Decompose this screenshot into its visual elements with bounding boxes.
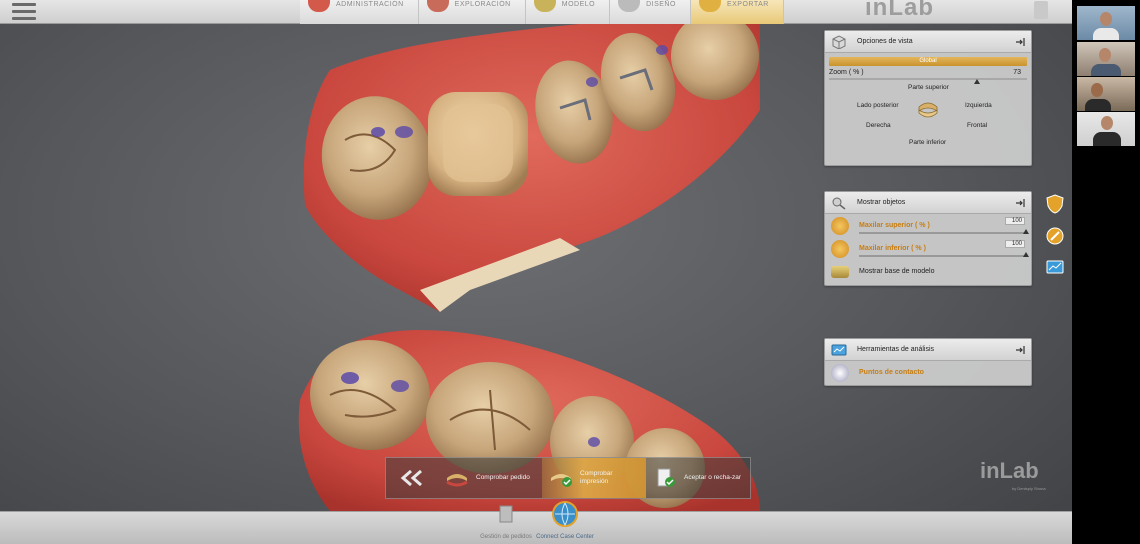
zoom-label: Zoom ( % ) <box>829 69 864 76</box>
view-direction-grid: Parte superior Lado posterior Izquierda … <box>825 84 1031 164</box>
pin-icon[interactable] <box>1015 198 1025 208</box>
lower-jaw-label: Maxilar inferior ( % ) <box>859 245 926 252</box>
workflow-bar: Comprobar pedido Comprobar impresión Ace… <box>385 457 751 499</box>
connect-case-center-button[interactable]: Connect Case Center <box>532 500 598 540</box>
export-icon <box>698 0 721 12</box>
phase-scan[interactable]: EXPLORACIÓN <box>418 0 526 24</box>
help-icon[interactable] <box>1034 1 1048 19</box>
accept-reject-icon <box>657 468 675 487</box>
panel-header[interactable]: Herramientas de análisis <box>825 339 1031 361</box>
dentsply-sirona-logo: by Dentsply Sirona <box>1012 486 1046 491</box>
workflow-step-accept-reject[interactable]: Aceptar o recha-zar <box>646 458 750 498</box>
workflow-step-check-order[interactable]: Comprobar pedido <box>438 458 542 498</box>
workflow-step-label: Comprobar impresión <box>580 470 613 485</box>
participant-video[interactable] <box>1077 77 1135 111</box>
phase-bar: ADMINISTRACIÓN EXPLORACIÓN MODELO DISEÑO… <box>300 0 784 24</box>
upper-jaw-slider[interactable] <box>859 229 1029 234</box>
model-base-label: Mostrar base de modelo <box>859 268 935 275</box>
administration-icon <box>308 0 330 12</box>
analysis-icon <box>831 344 847 355</box>
phase-model[interactable]: MODELO <box>525 0 611 24</box>
connect-globe-icon <box>552 501 578 527</box>
view-options-panel: Opciones de vista Global Zoom ( % ) 73 P… <box>824 30 1032 166</box>
pin-icon[interactable] <box>1015 37 1025 47</box>
zoom-row: Zoom ( % ) 73 <box>825 66 1031 76</box>
pin-icon[interactable] <box>1015 345 1025 355</box>
phase-label: EXPLORACIÓN <box>454 1 511 8</box>
view-front-button[interactable]: Frontal <box>967 122 987 129</box>
view-left-button[interactable]: Izquierda <box>965 102 992 109</box>
phase-administration[interactable]: ADMINISTRACIÓN <box>300 0 419 24</box>
cube-icon <box>832 34 846 49</box>
zoom-value: 73 <box>1013 69 1021 76</box>
upper-jaw-icon[interactable] <box>831 216 849 235</box>
clipboard-icon <box>499 505 513 523</box>
dental-model-render[interactable] <box>0 24 800 511</box>
monitor-icon[interactable] <box>1045 258 1065 278</box>
upper-jaw-label: Maxilar superior ( % ) <box>859 222 930 229</box>
design-icon <box>618 0 641 12</box>
participant-video[interactable] <box>1077 6 1135 40</box>
phase-design[interactable]: DISEÑO <box>610 0 691 24</box>
contact-points-icon[interactable] <box>831 363 849 382</box>
show-objects-panel: Mostrar objetos Maxilar superior ( % ) 1… <box>824 191 1032 286</box>
panel-title: Herramientas de análisis <box>857 346 935 353</box>
contact-points-row[interactable]: Puntos de contacto <box>825 361 1031 384</box>
phase-export[interactable]: EXPORTAR <box>690 0 784 24</box>
objects-icon <box>832 197 846 210</box>
shield-icon[interactable] <box>1045 194 1065 214</box>
contact-points-label: Puntos de contacto <box>859 369 924 376</box>
footer-label: Gestión de pedidos <box>480 534 532 540</box>
workflow-step-label: Aceptar o recha-zar <box>684 474 742 481</box>
lower-jaw-icon[interactable] <box>831 239 849 258</box>
phase-label: ADMINISTRACIÓN <box>336 1 404 8</box>
phase-label: EXPORTAR <box>726 1 769 8</box>
upper-jaw-row[interactable]: Maxilar superior ( % ) 100 <box>825 214 1031 237</box>
panel-header[interactable]: Opciones de vista <box>825 31 1031 53</box>
upper-jaw <box>303 24 760 312</box>
scan-icon <box>426 0 449 12</box>
lower-jaw-slider[interactable] <box>859 252 1029 257</box>
upper-jaw-value[interactable]: 100 <box>1005 217 1025 225</box>
view-top-button[interactable]: Parte superior <box>908 84 949 91</box>
analysis-tools-panel: Herramientas de análisis Puntos de conta… <box>824 338 1032 386</box>
workflow-step-label: Comprobar pedido <box>476 474 530 481</box>
zoom-slider[interactable] <box>829 78 1027 84</box>
video-call-strip <box>1072 0 1140 544</box>
panel-title: Opciones de vista <box>857 38 913 45</box>
global-tab[interactable]: Global <box>829 57 1027 66</box>
workflow-back-button[interactable] <box>386 458 438 498</box>
lower-jaw-slider-thumb[interactable] <box>1023 252 1029 257</box>
model-base-icon[interactable] <box>831 265 849 278</box>
jaw-orientation-icon[interactable] <box>916 99 940 121</box>
phase-label: DISEÑO <box>646 1 676 8</box>
lower-jaw-row[interactable]: Maxilar inferior ( % ) 100 <box>825 237 1031 260</box>
lower-jaw-value[interactable]: 100 <box>1005 240 1025 248</box>
menu-icon[interactable] <box>12 3 36 21</box>
view-bottom-button[interactable]: Parte inferior <box>909 139 946 146</box>
panel-title: Mostrar objetos <box>857 199 906 206</box>
model-icon <box>533 0 556 12</box>
upper-jaw-slider-thumb[interactable] <box>1023 229 1029 234</box>
view-right-button[interactable]: Derecha <box>866 122 891 129</box>
model-base-row[interactable]: Mostrar base de modelo <box>825 260 1031 283</box>
double-chevron-left-icon <box>400 470 422 486</box>
footer-label: Connect Case Center <box>536 534 594 540</box>
footer-bar: Gestión de pedidos Connect Case Center <box>0 501 1072 544</box>
tools-icon[interactable] <box>1045 226 1065 246</box>
top-toolbar: ADMINISTRACIÓN EXPLORACIÓN MODELO DISEÑO… <box>0 0 1072 24</box>
brand-text: inLab <box>865 0 934 21</box>
check-print-icon <box>551 474 572 487</box>
phase-label: MODELO <box>561 1 596 8</box>
order-management-button[interactable]: Gestión de pedidos <box>474 500 538 540</box>
check-order-icon <box>446 474 468 487</box>
inlab-watermark: inLab <box>980 458 1039 483</box>
view-back-button[interactable]: Lado posterior <box>857 102 899 109</box>
panel-header[interactable]: Mostrar objetos <box>825 192 1031 214</box>
participant-video[interactable] <box>1077 112 1135 146</box>
3d-viewport[interactable]: ADMINISTRACIÓN EXPLORACIÓN MODELO DISEÑO… <box>0 0 1072 544</box>
inlab-logo: inLab <box>865 0 934 22</box>
participant-video[interactable] <box>1077 42 1135 76</box>
workflow-step-check-print[interactable]: Comprobar impresión <box>542 458 646 498</box>
